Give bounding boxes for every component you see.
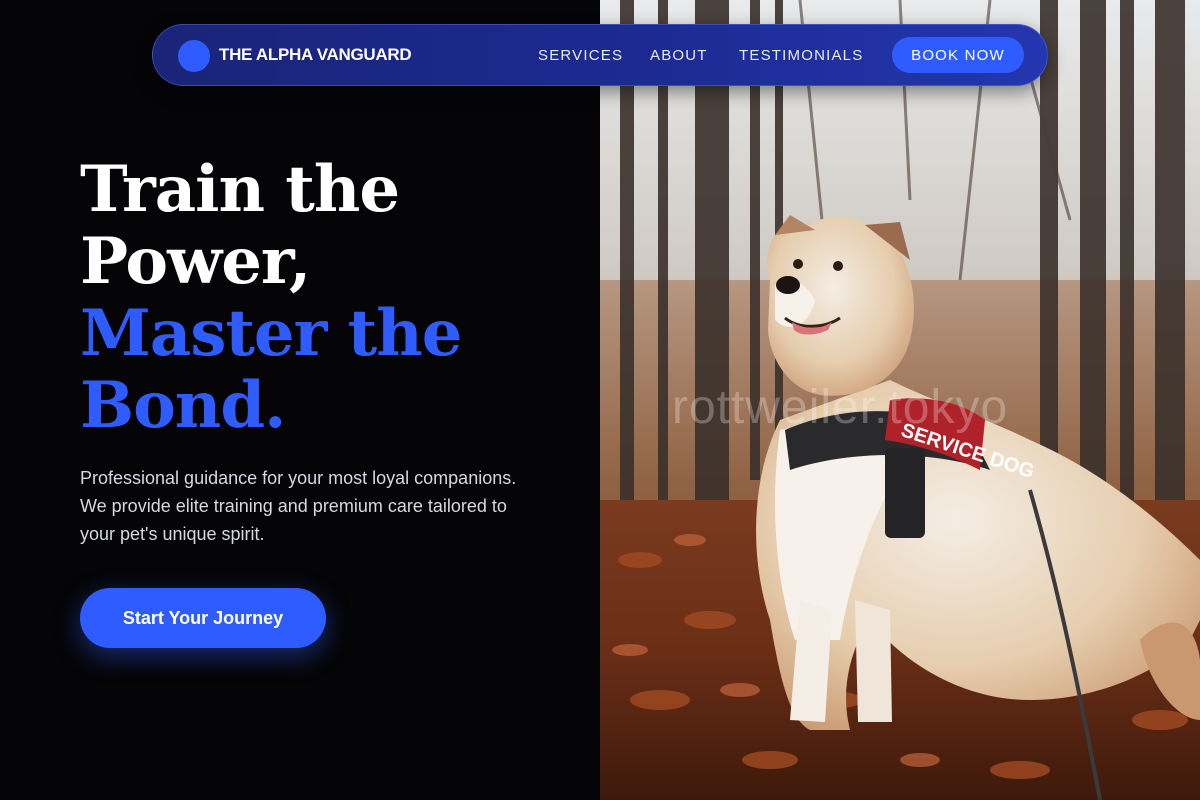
headline-line-3: Master the (80, 296, 462, 371)
book-now-button[interactable]: BOOK NOW (892, 37, 1024, 73)
nav-link-testimonials[interactable]: TESTIMONIALS (739, 47, 863, 64)
photo-watermark: rottweiler.tokyo (672, 381, 1009, 434)
headline-line-4: Bond. (80, 368, 286, 443)
brand-name[interactable]: THE ALPHA VANGUARD (219, 45, 412, 65)
hero-headline: Train the Power, Master the Bond. (80, 152, 462, 443)
headline-line-2: Power, (80, 224, 311, 299)
hero-subtext: Professional guidance for your most loya… (80, 468, 517, 544)
start-journey-button[interactable]: Start Your Journey (80, 588, 326, 648)
hero-left-panel: Train the Power, Master the Bond. Profes… (0, 0, 600, 800)
brand-logo-icon[interactable] (178, 40, 210, 72)
headline-line-1: Train the (80, 152, 400, 227)
landing-page: Train the Power, Master the Bond. Profes… (0, 0, 1200, 800)
nav-link-about[interactable]: ABOUT (650, 47, 708, 64)
main-navbar: THE ALPHA VANGUARD SERVICES ABOUT TESTIM… (152, 24, 1048, 86)
nav-link-services[interactable]: SERVICES (538, 47, 623, 64)
